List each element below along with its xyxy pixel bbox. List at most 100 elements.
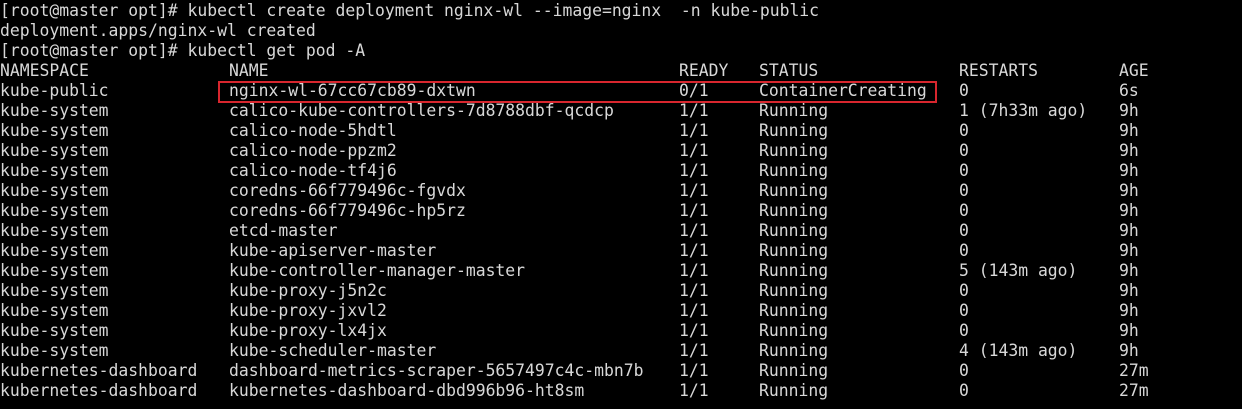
table-header: NAMESPACE NAME READY STATUS RESTARTS AGE (0, 61, 1242, 81)
terminal-window[interactable]: [root@master opt]# kubectl create deploy… (0, 0, 1242, 409)
row-ready: 1/1 (679, 181, 709, 200)
row-name: kube-proxy-jxvl2 (229, 301, 387, 320)
row-ready: 1/1 (679, 141, 709, 160)
row-age: 9h (1119, 301, 1139, 320)
row-namespace: kube-system (0, 241, 109, 260)
row-name: kube-apiserver-master (229, 241, 437, 260)
header-status: STATUS (759, 61, 819, 80)
row-namespace: kube-system (0, 201, 109, 220)
row-namespace: kubernetes-dashboard (0, 381, 198, 400)
row-namespace: kube-system (0, 261, 109, 280)
row-ready: 1/1 (679, 101, 709, 120)
row-name: kube-proxy-lx4jx (229, 321, 387, 340)
table-row: kube-public nginx-wl-67cc67cb89-dxtwn 0/… (0, 81, 1242, 101)
row-namespace: kube-system (0, 221, 109, 240)
table-row: kube-system coredns-66f779496c-hp5rz 1/1… (0, 201, 1242, 221)
row-namespace: kube-system (0, 141, 109, 160)
row-age: 6s (1119, 81, 1139, 100)
table-row: kube-system calico-node-tf4j6 1/1 Runnin… (0, 161, 1242, 181)
row-status: Running (759, 321, 829, 340)
row-age: 27m (1119, 381, 1149, 400)
row-name: kube-proxy-j5n2c (229, 281, 387, 300)
row-restarts: 0 (959, 381, 969, 400)
row-name: calico-node-5hdtl (229, 121, 397, 140)
row-status: Running (759, 301, 829, 320)
row-ready: 1/1 (679, 381, 709, 400)
row-age: 9h (1119, 241, 1139, 260)
row-ready: 1/1 (679, 261, 709, 280)
row-status: Running (759, 281, 829, 300)
row-name: calico-node-ppzm2 (229, 141, 397, 160)
row-status: Running (759, 181, 829, 200)
row-restarts: 0 (959, 81, 969, 100)
row-restarts: 0 (959, 221, 969, 240)
row-name: coredns-66f779496c-hp5rz (229, 201, 466, 220)
row-age: 9h (1119, 101, 1139, 120)
row-status: Running (759, 141, 829, 160)
table-row: kube-system kube-proxy-j5n2c 1/1 Running… (0, 281, 1242, 301)
table-row: kubernetes-dashboard dashboard-metrics-s… (0, 361, 1242, 381)
table-row: kube-system kube-scheduler-master 1/1 Ru… (0, 341, 1242, 361)
row-namespace: kube-system (0, 321, 109, 340)
row-restarts: 0 (959, 241, 969, 260)
row-status: Running (759, 161, 829, 180)
row-status: Running (759, 381, 829, 400)
row-namespace: kube-system (0, 301, 109, 320)
row-namespace: kube-system (0, 181, 109, 200)
row-ready: 1/1 (679, 321, 709, 340)
row-namespace: kube-system (0, 281, 109, 300)
table-row: kube-system coredns-66f779496c-fgvdx 1/1… (0, 181, 1242, 201)
header-age: AGE (1119, 61, 1149, 80)
row-name: dashboard-metrics-scraper-5657497c4c-mbn… (229, 361, 644, 380)
row-namespace: kubernetes-dashboard (0, 361, 198, 380)
table-row: kube-system etcd-master 1/1 Running 0 9h (0, 221, 1242, 241)
row-name: kube-controller-manager-master (229, 261, 526, 280)
row-status: Running (759, 221, 829, 240)
row-name: nginx-wl-67cc67cb89-dxtwn (229, 81, 476, 100)
row-status: Running (759, 241, 829, 260)
row-namespace: kube-public (0, 81, 109, 100)
row-name: kubernetes-dashboard-dbd996b96-ht8sm (229, 381, 585, 400)
row-restarts: 0 (959, 321, 969, 340)
header-ready: READY (679, 61, 729, 80)
row-age: 9h (1119, 341, 1139, 360)
table-row: kube-system calico-kube-controllers-7d87… (0, 101, 1242, 121)
row-age: 9h (1119, 201, 1139, 220)
command-line-get-pod: [root@master opt]# kubectl get pod -A (0, 41, 366, 60)
row-namespace: kube-system (0, 341, 109, 360)
row-status: Running (759, 121, 829, 140)
command-line-create: [root@master opt]# kubectl create deploy… (0, 1, 820, 20)
table-row: kube-system calico-node-5hdtl 1/1 Runnin… (0, 121, 1242, 141)
row-ready: 1/1 (679, 281, 709, 300)
row-ready: 1/1 (679, 221, 709, 240)
table-row: kube-system calico-node-ppzm2 1/1 Runnin… (0, 141, 1242, 161)
row-age: 9h (1119, 181, 1139, 200)
row-ready: 0/1 (679, 81, 709, 100)
row-ready: 1/1 (679, 161, 709, 180)
row-restarts: 0 (959, 121, 969, 140)
row-ready: 1/1 (679, 341, 709, 360)
row-restarts: 0 (959, 361, 969, 380)
row-ready: 1/1 (679, 301, 709, 320)
table-row: kube-system kube-proxy-jxvl2 1/1 Running… (0, 301, 1242, 321)
row-status: Running (759, 201, 829, 220)
row-restarts: 4 (143m ago) (959, 341, 1078, 360)
output-line-created: deployment.apps/nginx-wl created (0, 21, 316, 40)
row-status: ContainerCreating (759, 81, 927, 100)
row-ready: 1/1 (679, 121, 709, 140)
row-age: 9h (1119, 221, 1139, 240)
row-age: 9h (1119, 261, 1139, 280)
row-status: Running (759, 261, 829, 280)
row-age: 9h (1119, 161, 1139, 180)
row-age: 9h (1119, 141, 1139, 160)
table-row: kube-system kube-controller-manager-mast… (0, 261, 1242, 281)
row-namespace: kube-system (0, 101, 109, 120)
row-name: coredns-66f779496c-fgvdx (229, 181, 466, 200)
row-age: 9h (1119, 321, 1139, 340)
table-row: kube-system kube-proxy-lx4jx 1/1 Running… (0, 321, 1242, 341)
table-row: kube-system kube-apiserver-master 1/1 Ru… (0, 241, 1242, 261)
row-age: 9h (1119, 121, 1139, 140)
row-namespace: kube-system (0, 121, 109, 140)
row-namespace: kube-system (0, 161, 109, 180)
row-ready: 1/1 (679, 241, 709, 260)
